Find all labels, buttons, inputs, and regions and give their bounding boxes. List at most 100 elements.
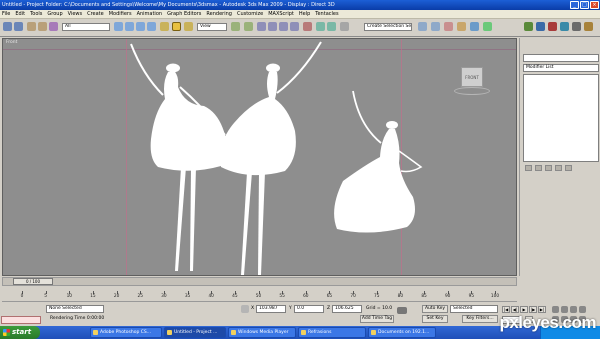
taskbar-item-photoshop[interactable]: Adobe Photoshop CS...: [90, 327, 162, 338]
pin-stack-icon[interactable]: [525, 165, 532, 171]
taskbar-item-documents[interactable]: Documents on 192.1...: [368, 327, 436, 338]
taskbar-item-media-player[interactable]: Windows Media Player: [228, 327, 296, 338]
select-manipulate-icon[interactable]: [244, 22, 253, 31]
menu-group[interactable]: Group: [47, 10, 62, 18]
select-move-icon[interactable]: [160, 22, 169, 31]
watermark: pxleyes.com: [499, 313, 596, 332]
show-end-result-icon[interactable]: [535, 165, 542, 171]
select-rotate-icon[interactable]: [172, 22, 181, 31]
zoom-icon[interactable]: [552, 306, 559, 313]
menu-tentacles[interactable]: Tentacles: [315, 10, 338, 18]
zoom-extents-all-icon[interactable]: [579, 306, 586, 313]
window-title-bar[interactable]: Untitled - Project Folder: C:\Documents …: [0, 0, 600, 10]
taskbar-item-label: Documents on 192.1...: [378, 330, 430, 335]
menu-customize[interactable]: Customize: [237, 10, 263, 18]
taskbar-item-refrasions[interactable]: Refrasions: [298, 327, 366, 338]
spinner-snap-icon[interactable]: [290, 22, 299, 31]
minimize-button[interactable]: _: [570, 1, 579, 9]
menu-graph-editors[interactable]: Graph Editors: [167, 10, 201, 18]
start-label: start: [12, 328, 32, 336]
key-mode-dropdown[interactable]: Selected: [450, 305, 498, 313]
modify-tab-icon[interactable]: [536, 22, 545, 31]
close-button[interactable]: ×: [590, 1, 599, 9]
mirror-icon[interactable]: [316, 22, 325, 31]
z-coordinate-field[interactable]: 106.625: [332, 305, 362, 313]
undo-icon[interactable]: [3, 22, 12, 31]
key-filters-button[interactable]: Key Filters...: [462, 315, 498, 323]
add-time-tag-button[interactable]: Add Time Tag: [360, 315, 394, 323]
x-coordinate-field[interactable]: 103.987: [256, 305, 286, 313]
zoom-extents-icon[interactable]: [570, 306, 577, 313]
rectangular-selection-icon[interactable]: [136, 22, 145, 31]
selection-filter-dropdown[interactable]: All: [62, 23, 110, 31]
hierarchy-tab-icon[interactable]: [548, 22, 557, 31]
time-slider-handle[interactable]: 0 / 100: [13, 278, 53, 285]
schematic-view-icon[interactable]: [431, 22, 440, 31]
configure-modifier-sets-icon[interactable]: [565, 165, 572, 171]
modifier-list-dropdown[interactable]: Modifier List: [523, 64, 599, 72]
menu-create[interactable]: Create: [87, 10, 104, 18]
menu-rendering[interactable]: Rendering: [206, 10, 232, 18]
make-unique-icon[interactable]: [545, 165, 552, 171]
timeline-tick-label: 35: [184, 294, 191, 299]
select-object-icon[interactable]: [114, 22, 123, 31]
bind-space-warp-icon[interactable]: [49, 22, 58, 31]
front-viewport[interactable]: Front FRONT: [2, 38, 517, 276]
menu-help[interactable]: Help: [299, 10, 310, 18]
media-player-icon: [231, 330, 236, 335]
dancer-figures: [130, 41, 423, 275]
lock-selection-icon[interactable]: [241, 305, 249, 313]
taskbar-item-label: Refrasions: [308, 330, 332, 335]
play-button[interactable]: ▶: [520, 306, 528, 313]
link-icon[interactable]: [27, 22, 36, 31]
layer-manager-icon[interactable]: [340, 22, 349, 31]
start-button[interactable]: start: [0, 326, 40, 339]
y-coordinate-field[interactable]: 0.0: [294, 305, 324, 313]
display-tab-icon[interactable]: [572, 22, 581, 31]
align-icon[interactable]: [327, 22, 336, 31]
next-frame-button[interactable]: |▶: [529, 306, 537, 313]
zoom-all-icon[interactable]: [561, 306, 568, 313]
window-crossing-icon[interactable]: [147, 22, 156, 31]
remove-modifier-icon[interactable]: [555, 165, 562, 171]
menu-animation[interactable]: Animation: [137, 10, 163, 18]
redo-icon[interactable]: [14, 22, 23, 31]
taskbar-item-3dsmax[interactable]: Untitled - Project ...: [164, 327, 226, 338]
previous-frame-button[interactable]: ◀|: [511, 306, 519, 313]
modifier-stack[interactable]: [523, 74, 599, 162]
maximize-button[interactable]: □: [580, 1, 589, 9]
auto-key-button[interactable]: Auto Key: [422, 305, 448, 313]
render-setup-icon[interactable]: [457, 22, 466, 31]
select-scale-icon[interactable]: [184, 22, 193, 31]
menu-edit[interactable]: Edit: [15, 10, 25, 18]
curve-editor-icon[interactable]: [418, 22, 427, 31]
rendered-frame-window-icon[interactable]: [470, 22, 479, 31]
object-name-field[interactable]: [523, 54, 599, 62]
quick-render-icon[interactable]: [483, 22, 492, 31]
go-to-end-button[interactable]: ▶|: [538, 306, 546, 313]
menu-maxscript[interactable]: MAXScript: [268, 10, 294, 18]
create-tab-icon[interactable]: [524, 22, 533, 31]
percent-snap-icon[interactable]: [279, 22, 288, 31]
unlink-icon[interactable]: [38, 22, 47, 31]
menu-modifiers[interactable]: Modifiers: [109, 10, 132, 18]
track-bar[interactable]: 0 5 10 15 20 25 30 35 40 45 50 55 60 65 70 75 80 85 90 95 10…: [2, 287, 517, 302]
utilities-tab-icon[interactable]: [584, 22, 593, 31]
pivot-center-icon[interactable]: [231, 22, 240, 31]
edit-named-selection-icon[interactable]: [303, 22, 312, 31]
select-by-name-icon[interactable]: [125, 22, 134, 31]
time-slider[interactable]: 0 / 100: [2, 277, 517, 286]
timeline-tick-label: 70: [350, 294, 356, 299]
menu-file[interactable]: File: [2, 10, 10, 18]
material-editor-icon[interactable]: [444, 22, 453, 31]
reference-coordinate-dropdown[interactable]: View: [197, 23, 227, 31]
maxscript-listener[interactable]: [1, 316, 41, 324]
set-key-button[interactable]: Set Key: [422, 315, 448, 323]
angle-snap-icon[interactable]: [268, 22, 277, 31]
motion-tab-icon[interactable]: [560, 22, 569, 31]
menu-tools[interactable]: Tools: [30, 10, 42, 18]
named-selection-sets-dropdown[interactable]: Create Selection Set: [364, 23, 412, 31]
menu-views[interactable]: Views: [68, 10, 82, 18]
snaps-toggle-icon[interactable]: [257, 22, 266, 31]
go-to-start-button[interactable]: |◀: [502, 306, 510, 313]
